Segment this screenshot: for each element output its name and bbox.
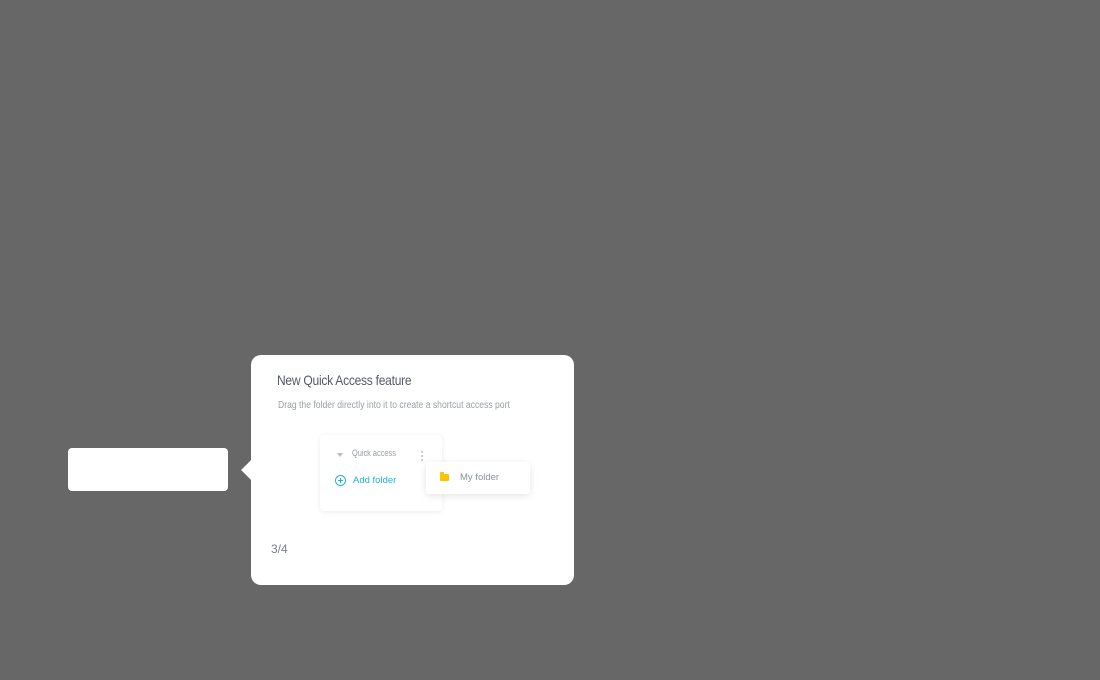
add-folder-label: Add folder: [353, 475, 397, 486]
dragged-folder-preview: My folder: [426, 462, 530, 494]
tour-popover: New Quick Access feature Drag the folder…: [241, 355, 574, 585]
highlighted-target[interactable]: [68, 448, 228, 491]
folder-label: My folder: [460, 472, 500, 483]
feature-illustration: Quick access Add folder My folder: [251, 355, 574, 585]
step-counter: 3/4: [271, 542, 288, 556]
caret-down-icon: [337, 453, 343, 457]
quick-access-label: Quick access: [352, 448, 396, 458]
plus-circle-icon: [335, 475, 346, 486]
add-folder-preview: Add folder: [335, 475, 396, 486]
quick-access-panel-preview: Quick access Add folder: [320, 435, 442, 511]
more-vertical-icon: [421, 451, 423, 461]
folder-icon: [440, 472, 449, 481]
